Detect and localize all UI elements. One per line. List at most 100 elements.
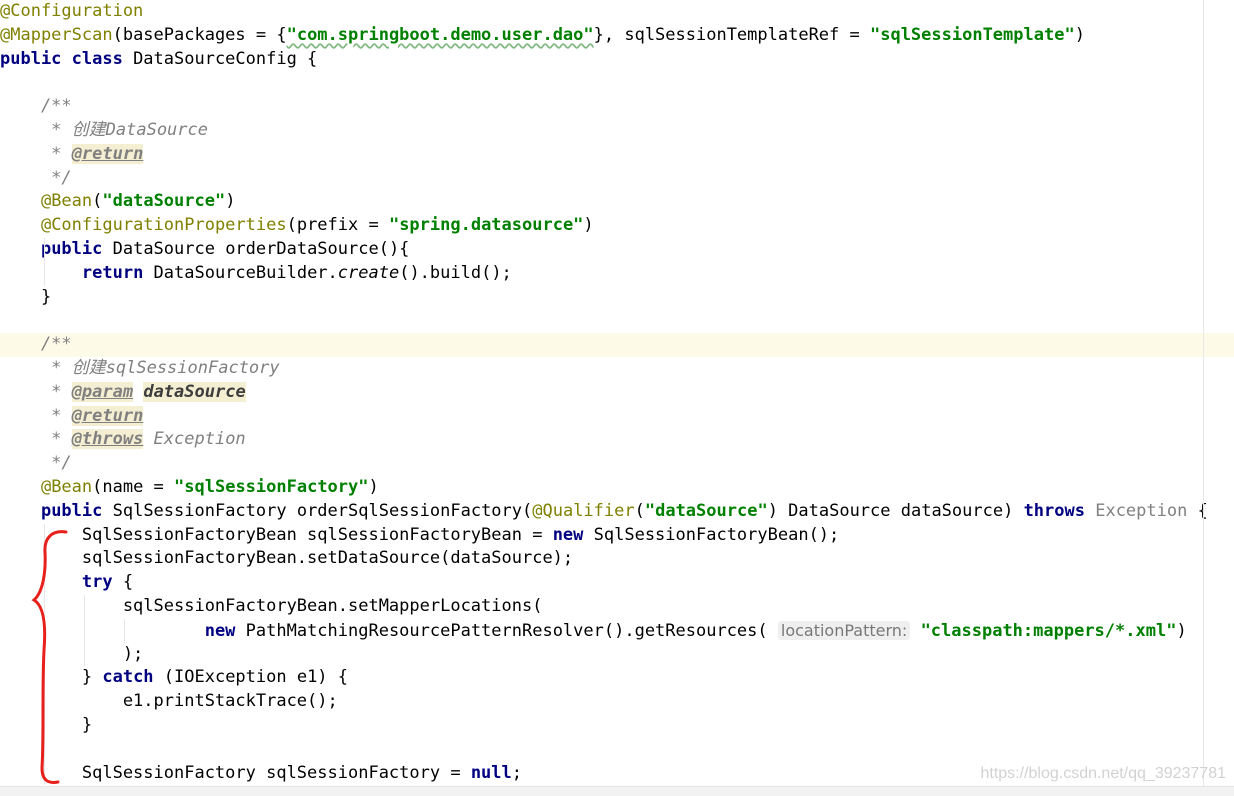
code-token: @throws (71, 429, 144, 450)
code-token: ) (225, 191, 236, 212)
code-token: (IOException e1) { (163, 667, 349, 688)
code-token: /** (0, 334, 72, 355)
code-line[interactable]: public DataSource orderDataSource(){ (0, 238, 1203, 262)
code-line[interactable]: SqlSessionFactoryBean sqlSessionFactoryB… (0, 524, 1203, 548)
code-line[interactable]: * @throws Exception (0, 428, 1203, 452)
code-line[interactable]: * @return (0, 143, 1203, 167)
code-line[interactable]: /** (0, 333, 1234, 357)
watermark: https://blog.csdn.net/qq_39237781 (980, 765, 1226, 782)
code-token: (basePackages = { (112, 24, 287, 45)
code-line[interactable]: * 创建DataSource (0, 119, 1203, 143)
code-token: @Bean (40, 191, 93, 212)
code-token: DataSourceConfig { (133, 48, 318, 69)
code-token: @MapperScan (0, 24, 113, 45)
code-line[interactable]: sqlSessionFactoryBean.setDataSource(data… (0, 547, 1203, 571)
code-line[interactable]: @Bean("dataSource") (0, 190, 1203, 214)
code-token: @Qualifier (532, 500, 635, 521)
code-line[interactable]: */ (0, 167, 1203, 191)
code-token: Exception (1095, 500, 1188, 521)
indent-guide (44, 523, 45, 786)
code-token: dataSource (143, 381, 246, 402)
code-line[interactable]: } catch (IOException e1) { (0, 666, 1203, 690)
code-token: } (0, 715, 93, 735)
code-token: ) (1074, 24, 1085, 45)
code-line[interactable] (0, 309, 1203, 333)
code-line[interactable]: public class DataSourceConfig { (0, 48, 1203, 72)
code-token: ( (92, 191, 103, 212)
code-token: "spring.datasource" (388, 215, 584, 236)
code-token: Exception (143, 429, 246, 450)
code-token: * (0, 143, 72, 164)
code-token: e1.printStackTrace(); (0, 691, 338, 712)
code-token: SqlSessionFactoryBean(); (593, 524, 840, 545)
code-token: SqlSessionFactory orderSqlSessionFactory… (112, 500, 533, 521)
code-token: "sqlSessionFactory" (174, 477, 369, 497)
code-token: ) (583, 215, 594, 236)
code-token: SqlSessionFactoryBean sqlSessionFactoryB… (0, 524, 553, 545)
code-line[interactable]: sqlSessionFactoryBean.setMapperLocations… (0, 595, 1203, 619)
code-token: ; (511, 762, 523, 783)
code-token: "sqlSessionTemplate" (869, 24, 1075, 45)
code-line[interactable]: } (0, 286, 1203, 310)
code-line[interactable]: /** (0, 95, 1203, 119)
code-line[interactable]: */ (0, 452, 1203, 476)
code-token: public (40, 239, 113, 259)
code-token: { (122, 572, 134, 593)
code-token: }, sqlSessionTemplateRef = (593, 24, 870, 45)
code-line[interactable]: * 创建sqlSessionFactory (0, 357, 1203, 381)
code-token: ( (634, 500, 645, 521)
code-line[interactable]: try { (0, 571, 1203, 595)
indent-guide (44, 238, 45, 286)
code-line[interactable]: @Configuration (0, 0, 1203, 24)
code-line[interactable]: public SqlSessionFactory orderSqlSession… (0, 500, 1208, 524)
code-token: ); (0, 643, 144, 664)
code-token: ().build(); (399, 262, 512, 283)
code-token: @Bean (40, 477, 93, 497)
parameter-hint: locationPattern: (777, 620, 911, 640)
code-line[interactable]: e1.printStackTrace(); (0, 690, 1203, 714)
code-token: null (470, 762, 512, 783)
code-line[interactable]: ); (0, 643, 1203, 667)
code-token: (prefix = (286, 215, 389, 236)
code-line[interactable]: @Bean(name = "sqlSessionFactory") (0, 476, 1203, 500)
code-token: * (0, 381, 72, 402)
code-line[interactable]: } (0, 714, 1203, 738)
code-token: @return (71, 143, 144, 164)
code-token: "dataSource" (102, 191, 226, 212)
code-token: * 创建DataSource (0, 120, 208, 140)
code-line[interactable]: new PathMatchingResourcePatternResolver(… (0, 619, 1203, 643)
code-token: new (204, 620, 246, 641)
code-token: } (0, 286, 52, 307)
code-token: DataSourceBuilder. (153, 262, 338, 283)
right-margin-guide (1203, 0, 1204, 795)
code-token: catch (102, 667, 164, 688)
code-token: ) DataSource dataSource) (767, 500, 1024, 521)
code-line[interactable] (0, 71, 1203, 95)
code-token: "dataSource" (644, 500, 768, 521)
code-line[interactable]: return DataSourceBuilder.create().build(… (0, 262, 1203, 286)
code-token: @Configuration (0, 1, 144, 21)
code-line[interactable] (0, 738, 1203, 762)
code-editor[interactable]: @Configuration @MapperScan(basePackages =… (0, 0, 1234, 795)
code-line[interactable]: @ConfigurationProperties(prefix = "sprin… (0, 214, 1203, 238)
code-token: ) (368, 477, 379, 497)
code-token: try (81, 572, 123, 593)
code-token: (name = (92, 477, 175, 497)
code-token: */ (0, 167, 72, 188)
code-token: new (552, 524, 594, 545)
code-line[interactable]: * @return (0, 405, 1203, 429)
code-line[interactable]: @MapperScan(basePackages = {"com.springb… (0, 24, 1203, 48)
code-token: */ (0, 453, 72, 474)
code-token: create (337, 262, 400, 283)
indent-guide (124, 618, 125, 643)
code-token: * 创建sqlSessionFactory (0, 358, 280, 378)
code-line[interactable]: * @param dataSource (0, 381, 1203, 405)
